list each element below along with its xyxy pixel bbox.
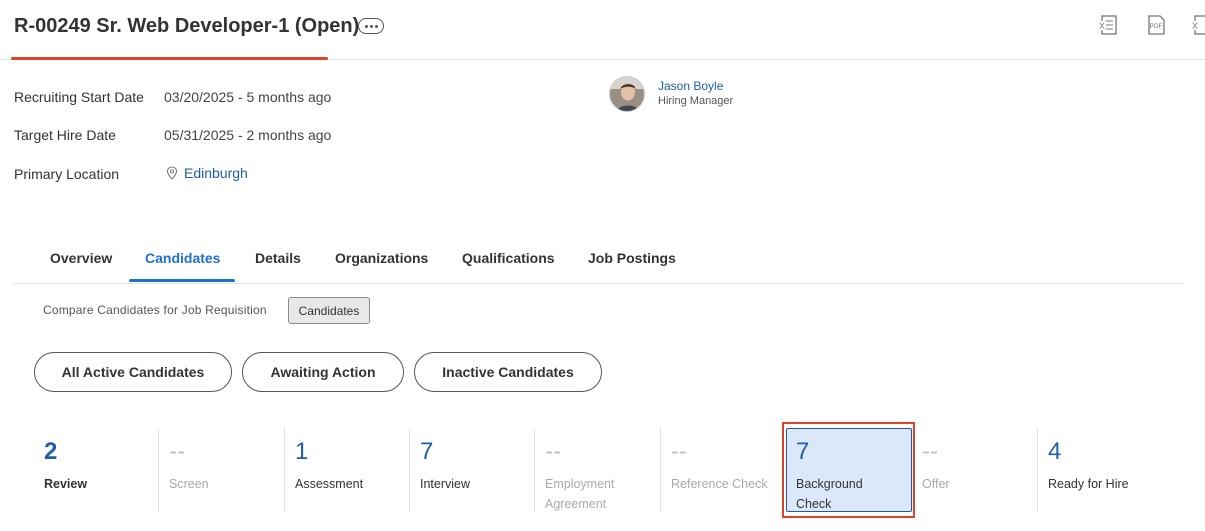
- stage-background-check[interactable]: 7 Background Check: [786, 428, 912, 512]
- active-tab-indicator: [129, 279, 235, 282]
- stage-screen[interactable]: -- Screen: [158, 428, 284, 512]
- stage-employment-agreement[interactable]: -- Employment Agreement: [534, 428, 660, 512]
- more-ellipsis-icon[interactable]: [358, 18, 384, 34]
- tab-qualifications[interactable]: Qualifications: [462, 250, 555, 266]
- stage-reference-check[interactable]: -- Reference Check: [660, 428, 785, 512]
- tab-bar: Overview Candidates Details Organization…: [14, 243, 1184, 284]
- tab-overview[interactable]: Overview: [50, 250, 112, 266]
- stage-count: 4: [1048, 438, 1062, 465]
- stage-label: Screen: [169, 477, 209, 491]
- stage-count: 2: [44, 438, 58, 465]
- stage-count: --: [169, 438, 185, 465]
- tab-job-postings[interactable]: Job Postings: [588, 250, 676, 266]
- stage-label: Reference Check: [671, 477, 768, 491]
- inactive-candidates-button[interactable]: Inactive Candidates: [414, 352, 602, 392]
- tab-organizations[interactable]: Organizations: [335, 250, 428, 266]
- stage-count: --: [545, 438, 561, 465]
- location-link[interactable]: Edinburgh: [184, 165, 248, 181]
- all-active-candidates-button[interactable]: All Active Candidates: [34, 352, 232, 392]
- stage-count: --: [671, 438, 687, 465]
- stage-label: Employment Agreement: [545, 477, 615, 511]
- stage-interview[interactable]: 7 Interview: [409, 428, 534, 512]
- stage-count: 7: [796, 438, 810, 465]
- avatar[interactable]: [609, 76, 645, 112]
- stage-offer[interactable]: -- Offer: [912, 428, 1037, 512]
- location-label: Primary Location: [14, 166, 120, 182]
- stage-label: Background Check: [796, 477, 863, 511]
- export-excel-alt-icon[interactable]: X: [1190, 14, 1205, 36]
- stage-label: Interview: [420, 477, 471, 491]
- page-title: R-00249 Sr. Web Developer-1 (Open): [14, 15, 360, 37]
- candidates-chip[interactable]: Candidates: [288, 297, 370, 324]
- stage-ready-for-hire[interactable]: 4 Ready for Hire: [1037, 428, 1177, 512]
- compare-candidates-link[interactable]: Compare Candidates for Job Requisition: [43, 303, 267, 317]
- start-date-value: 03/20/2025 - 5 months ago: [164, 89, 332, 105]
- svg-text:PDF: PDF: [1150, 23, 1163, 30]
- hiring-manager-name[interactable]: Jason Boyle: [658, 79, 723, 93]
- tab-candidates[interactable]: Candidates: [145, 250, 220, 266]
- hire-date-value: 05/31/2025 - 2 months ago: [164, 127, 332, 143]
- hire-date-label: Target Hire Date: [14, 127, 116, 143]
- stage-label: Offer: [922, 477, 950, 491]
- stage-count: 7: [420, 438, 434, 465]
- tab-details[interactable]: Details: [255, 250, 301, 266]
- hiring-manager-role: Hiring Manager: [658, 95, 734, 107]
- export-pdf-icon[interactable]: PDF: [1145, 14, 1167, 36]
- stage-assessment[interactable]: 1 Assessment: [284, 428, 409, 512]
- svg-text:X: X: [1099, 21, 1105, 31]
- stage-count: 1: [295, 438, 309, 465]
- stage-review[interactable]: 2 Review: [34, 428, 158, 512]
- awaiting-action-button[interactable]: Awaiting Action: [242, 352, 404, 392]
- export-excel-icon[interactable]: X: [1097, 14, 1119, 36]
- start-date-label: Recruiting Start Date: [14, 89, 144, 105]
- stage-label: Assessment: [295, 477, 364, 491]
- stage-count: --: [922, 438, 938, 465]
- stage-label: Review: [44, 477, 88, 491]
- page-header: R-00249 Sr. Web Developer-1 (Open) X PDF…: [0, 0, 1205, 60]
- svg-text:X: X: [1192, 21, 1198, 31]
- stage-label: Ready for Hire: [1048, 477, 1129, 491]
- location-pin-icon: [166, 166, 178, 180]
- title-highlight-underline: [11, 57, 328, 60]
